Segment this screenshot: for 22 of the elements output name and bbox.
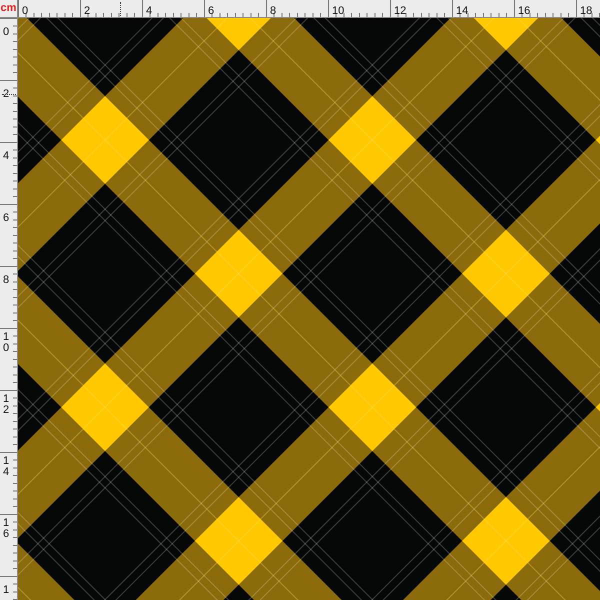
ruler-label: 8 [3,275,10,286]
cursor-position-marker [120,2,121,16]
ruler-label: 16 [3,518,10,540]
ruler-label: 1 [3,585,10,596]
ruler-label: 0 [3,27,10,38]
ruler-label: 14 [456,6,468,17]
ruler-label: 12 [394,6,406,17]
ruler-label: 4 [3,151,10,162]
ruler-label: 18 [580,6,592,17]
ruler-label: 12 [3,394,10,416]
ruler-label: 0 [22,6,28,17]
unit-label: cm [0,3,16,14]
ruler-label: 16 [518,6,530,17]
ruler-label: 14 [3,456,10,478]
ruler-label: 10 [332,6,344,17]
cursor-position-marker [2,94,16,95]
ruler-label: 4 [146,6,152,17]
ruler-label: 8 [270,6,276,17]
ruler-label: 10 [3,332,10,354]
ruler-label: 6 [3,213,10,224]
ruler-label: 2 [84,6,90,17]
ruler-label: 6 [208,6,214,17]
